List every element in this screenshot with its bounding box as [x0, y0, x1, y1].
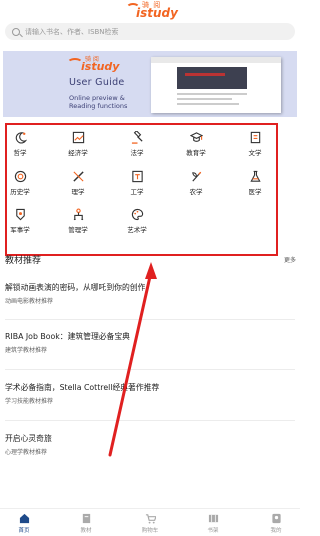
tab-profile[interactable]: 我的	[256, 513, 296, 534]
tab-bookshelf[interactable]: 书架	[193, 513, 233, 534]
app-logo: 骑 阅 istudy	[124, 0, 180, 20]
textbook-icon	[82, 513, 90, 524]
tab-label: 书架	[207, 528, 219, 534]
ruler-pen-icon	[72, 171, 84, 182]
category-science[interactable]: 理学	[58, 170, 98, 196]
banner-subtitle-1: Online preview &	[69, 94, 125, 102]
category-label: 农学	[189, 188, 203, 196]
history-icon	[14, 170, 26, 183]
item-title: 学术必备指南，Stella Cottrell经典著作推荐	[5, 383, 160, 392]
engineering-icon	[131, 170, 143, 183]
tab-label: 首页	[18, 528, 30, 534]
category-military[interactable]: 军事学	[0, 208, 40, 234]
category-label: 教育学	[186, 149, 206, 157]
category-label: 管理学	[68, 226, 88, 234]
category-label: 军事学	[10, 226, 30, 234]
item-title: 解锁动画表演的密码，从哪吒到你的创作	[5, 283, 146, 292]
more-link[interactable]: 更多	[284, 255, 296, 264]
item-title: RIBA Job Book：建筑管理必备宝典	[5, 332, 130, 341]
category-label: 艺术学	[127, 226, 147, 234]
banner-logo: 骑 阅 istudy	[67, 54, 127, 76]
tab-cart[interactable]: 购物车	[130, 513, 170, 534]
profile-icon	[271, 513, 281, 524]
category-label: 历史学	[10, 188, 30, 196]
category-arts[interactable]: 艺术学	[117, 208, 157, 234]
category-label: 文学	[248, 149, 262, 157]
category-management[interactable]: 管理学	[58, 208, 98, 234]
flask-icon	[249, 170, 261, 182]
item-subtitle: 建筑学教材推荐	[5, 347, 48, 354]
palette-icon	[131, 208, 143, 221]
chart-icon	[72, 131, 84, 144]
category-label: 工学	[130, 188, 144, 196]
search-icon	[12, 27, 20, 36]
category-label: 医学	[248, 188, 262, 196]
gavel-icon	[131, 131, 143, 144]
divider	[5, 319, 295, 320]
item-title: 开启心灵奇旅	[5, 434, 52, 443]
category-literature[interactable]: 文学	[235, 131, 275, 157]
list-item[interactable]: 开启心灵奇旅 心理学教材推荐	[5, 433, 295, 456]
section-title: 教材推荐	[5, 256, 42, 266]
category-label: 哲学	[13, 149, 27, 157]
search-input[interactable]: 请输入书名、作者、ISBN检索	[25, 27, 119, 37]
category-education[interactable]: 教育学	[176, 131, 216, 157]
banner-logo-main-text: istudy	[81, 60, 120, 73]
list-item[interactable]: 解锁动画表演的密码，从哪吒到你的创作 动画电影教材推荐	[5, 282, 295, 305]
divider	[5, 369, 295, 370]
category-medicine[interactable]: 医学	[235, 170, 275, 196]
item-subtitle: 动画电影教材推荐	[5, 298, 54, 305]
tab-label: 我的	[270, 528, 282, 534]
cart-icon	[145, 514, 156, 524]
management-icon	[73, 208, 83, 221]
tab-label: 教材	[80, 528, 92, 534]
category-economics[interactable]: 经济学	[58, 131, 98, 157]
bookshelf-icon	[208, 514, 218, 523]
banner-title: User Guide	[69, 77, 125, 88]
moon-icon	[15, 132, 27, 144]
item-subtitle: 学习技能教材推荐	[5, 398, 54, 405]
tab-home[interactable]: 首页	[4, 513, 44, 534]
graduation-cap-icon	[189, 132, 203, 142]
category-label: 理学	[71, 188, 85, 196]
military-badge-icon	[15, 208, 25, 221]
tab-textbooks[interactable]: 教材	[66, 513, 106, 534]
home-icon	[19, 513, 29, 524]
tab-label: 购物车	[141, 528, 159, 534]
category-label: 经济学	[68, 149, 88, 157]
book-icon	[250, 131, 260, 144]
banner-preview-image	[151, 57, 281, 113]
bottom-tab-bar: 首页 教材 购物车 书架 我的	[0, 508, 300, 536]
category-label: 法学	[130, 149, 144, 157]
app-header: 骑 阅 istudy 请输入书名、作者、ISBN检索	[0, 0, 300, 46]
sprout-icon	[191, 171, 201, 182]
category-philosophy[interactable]: 哲学	[0, 131, 40, 157]
user-guide-banner[interactable]: 骑 阅 istudy User Guide Online preview & R…	[3, 51, 297, 117]
list-item[interactable]: RIBA Job Book：建筑管理必备宝典 建筑学教材推荐	[5, 331, 295, 354]
item-subtitle: 心理学教材推荐	[5, 449, 48, 456]
list-item[interactable]: 学术必备指南，Stella Cottrell经典著作推荐 学习技能教材推荐	[5, 382, 295, 405]
logo-main-text: istudy	[136, 6, 178, 20]
category-agriculture[interactable]: 农学	[176, 170, 216, 196]
search-bar[interactable]: 请输入书名、作者、ISBN检索	[5, 23, 295, 40]
divider	[5, 420, 295, 421]
category-engineering[interactable]: 工学	[117, 170, 157, 196]
category-history[interactable]: 历史学	[0, 170, 40, 196]
banner-subtitle-2: Reading functions	[69, 102, 128, 110]
category-law[interactable]: 法学	[117, 131, 157, 157]
